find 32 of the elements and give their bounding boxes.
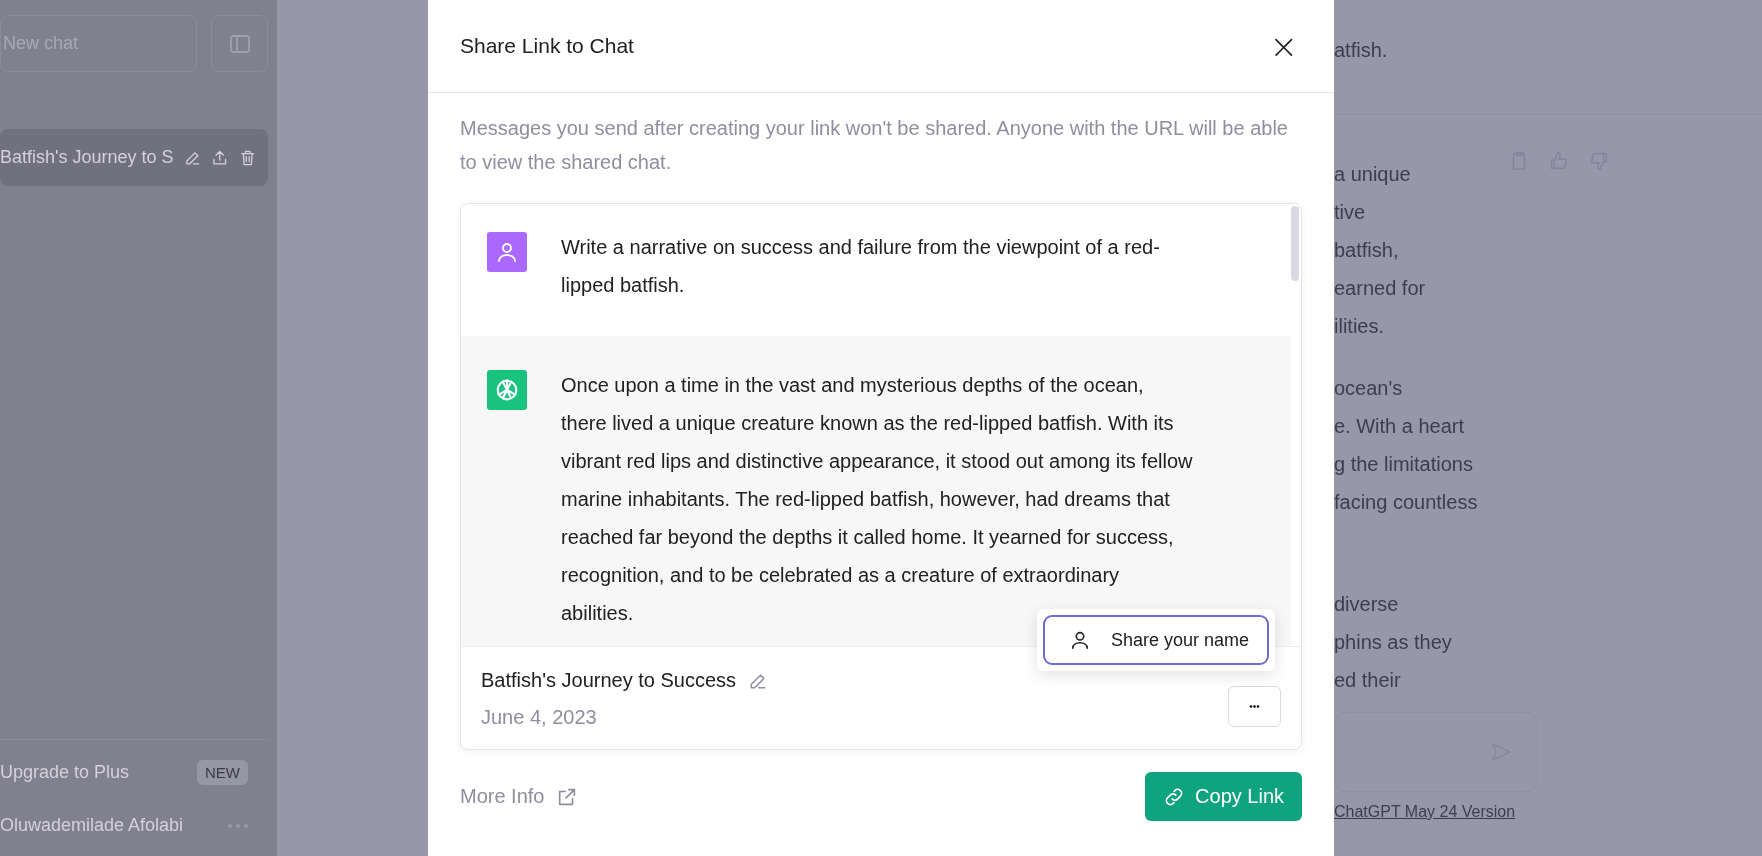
chat-text-fragment: phins as they	[1334, 630, 1452, 655]
chat-text-fragment: ilities.	[1334, 314, 1384, 339]
chat-text-fragment: ed their	[1334, 668, 1401, 693]
conversation-title: Batfish's Journey to S	[0, 147, 174, 168]
more-options-button[interactable]: •••	[1228, 685, 1281, 727]
chat-text-fragment: atfish.	[1334, 38, 1388, 63]
chat-text-fragment: g the limitations	[1334, 452, 1473, 477]
share-name-menu-item[interactable]: Share your name	[1042, 615, 1269, 665]
close-button[interactable]: ×	[1265, 29, 1302, 63]
chat-text-fragment: diverse	[1334, 592, 1399, 617]
more-info-link[interactable]: More Info	[460, 785, 579, 808]
version-link[interactable]: ChatGPT May 24 Version	[1334, 803, 1516, 821]
upgrade-link[interactable]: Upgrade to Plus	[0, 762, 130, 783]
chat-text-fragment: e. With a heart	[1334, 414, 1465, 439]
scrollbar-thumb[interactable]	[1291, 206, 1299, 281]
dialog-description: Messages you send after creating your link won't be shared. Anyone with the URL will be able to view the shared chat.	[460, 116, 1289, 175]
conversation-item[interactable]: Batfish's Journey to S	[0, 129, 268, 186]
chat-text-fragment: earned for	[1334, 276, 1426, 301]
chat-date: June 4, 2023	[481, 706, 598, 729]
dialog-title: Share Link to Chat	[460, 34, 634, 58]
chat-text-fragment: a unique	[1334, 162, 1411, 187]
new-badge: NEW	[197, 760, 248, 785]
chat-text-fragment: batfish,	[1334, 238, 1399, 263]
message-text: Write a narrative on success and failure from the viewpoint of a red-lipped batfish.	[561, 235, 1161, 298]
chat-text-fragment: ocean's	[1334, 376, 1403, 401]
chat-title: Batfish's Journey to Success	[481, 669, 737, 692]
chat-text-fragment: tive	[1334, 200, 1366, 225]
chat-text-fragment: facing countless	[1334, 490, 1478, 515]
person-icon	[495, 240, 519, 264]
sidebar-toggle-button[interactable]	[211, 15, 268, 72]
user-name[interactable]: Oluwademilade Afolabi	[0, 815, 184, 836]
copy-link-button[interactable]: Copy Link	[1145, 772, 1302, 821]
